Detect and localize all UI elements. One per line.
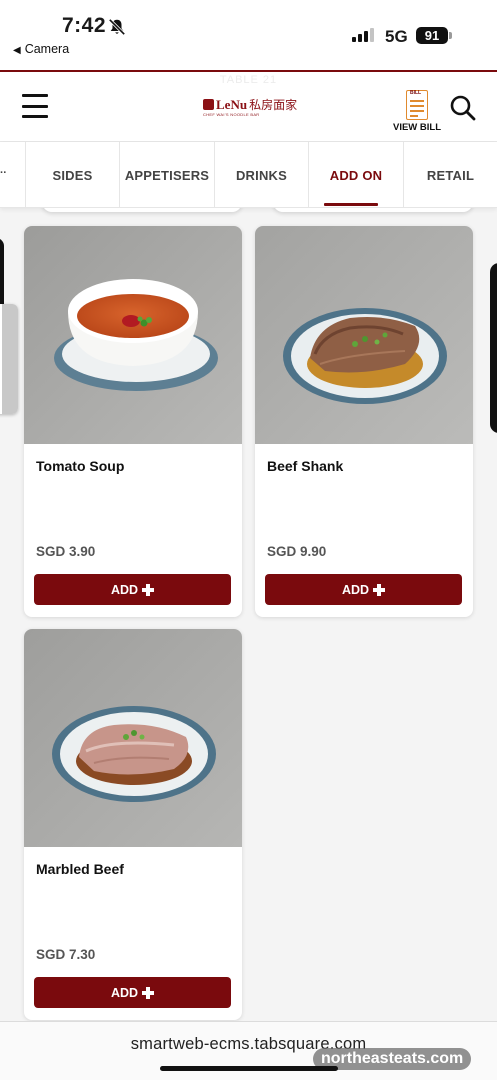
menu-item-card[interactable]: Marbled Beef SGD 7.30 ADD xyxy=(24,629,242,1020)
status-time: 7:42 xyxy=(62,14,107,37)
add-button[interactable]: ADD xyxy=(265,574,462,605)
logo-subtitle: CHEF WAI'S NOODLE BAR xyxy=(203,112,260,117)
network-type: 5G xyxy=(385,27,408,46)
table-label: TABLE 21 xyxy=(219,74,278,86)
marbled-beef-image xyxy=(24,629,242,847)
logo-chinese-text: 私房面家 xyxy=(249,98,298,112)
add-button-label: ADD xyxy=(110,985,139,1000)
plus-icon xyxy=(142,986,155,999)
menu-item-card[interactable]: Tomato Soup SGD 3.90 ADD xyxy=(24,226,242,617)
menu-icon[interactable] xyxy=(22,94,48,118)
tab-drinks[interactable]: DRINKS xyxy=(215,142,309,208)
back-to-app-link[interactable]: ◀ Camera xyxy=(13,42,69,56)
background-edge xyxy=(490,263,497,433)
browser-bottom-bar: smartweb-ecms.tabsquare.com northeasteat… xyxy=(0,1021,497,1080)
bill-icon-tag: BILL xyxy=(410,90,422,96)
add-button-label: ADD xyxy=(341,582,370,597)
view-bill-label: VIEW BILL xyxy=(392,122,442,133)
signal-icon xyxy=(352,28,374,42)
back-arrow-icon: ◀ xyxy=(13,45,21,56)
battery-icon: 91 xyxy=(416,27,448,44)
menu-item-price: SGD 9.90 xyxy=(267,544,327,559)
bill-icon: BILL xyxy=(406,90,428,120)
category-tabs: .. SIDES APPETISERS DRINKS ADD ON RETAIL xyxy=(0,142,497,208)
add-button-label: ADD xyxy=(110,582,139,597)
plus-icon xyxy=(373,583,386,596)
tab-label: ADD ON xyxy=(329,167,383,183)
search-icon[interactable] xyxy=(449,94,477,122)
tab-sides[interactable]: SIDES xyxy=(26,142,120,208)
menu-item-name: Marbled Beef xyxy=(36,861,124,877)
home-indicator[interactable] xyxy=(160,1066,338,1071)
active-tab-indicator xyxy=(324,203,378,206)
logo-text: LeNu xyxy=(216,96,248,112)
app-header: TABLE 21 LeNu 私房面家 CHEF WAI'S NOODLE BAR… xyxy=(0,70,497,142)
beef-shank-image xyxy=(255,226,473,444)
menu-item-name: Beef Shank xyxy=(267,458,344,474)
tab-retail[interactable]: RETAIL xyxy=(404,142,497,208)
tab-label: APPETISERS xyxy=(124,167,210,183)
tab-appetisers[interactable]: APPETISERS xyxy=(120,142,215,208)
tab-label: RETAIL xyxy=(426,167,475,183)
back-app-label: Camera xyxy=(24,42,70,56)
menu-item-price: SGD 3.90 xyxy=(36,544,96,559)
bell-slash-icon xyxy=(108,18,126,36)
tab-label: SIDES xyxy=(52,167,93,183)
side-panel-handle[interactable] xyxy=(0,304,18,414)
tab-label: DRINKS xyxy=(235,167,288,183)
battery-tip xyxy=(449,32,452,39)
menu-item-price: SGD 7.30 xyxy=(36,947,96,962)
previous-card-edge xyxy=(42,208,242,212)
tab-overflow-label: .. xyxy=(0,164,7,176)
menu-item-card[interactable]: Beef Shank SGD 9.90 ADD xyxy=(255,226,473,617)
tab-add-on[interactable]: ADD ON xyxy=(309,142,404,208)
add-button[interactable]: ADD xyxy=(34,977,231,1008)
add-button[interactable]: ADD xyxy=(34,574,231,605)
previous-card-edge xyxy=(273,208,473,212)
brand-logo: LeNu 私房面家 CHEF WAI'S NOODLE BAR xyxy=(203,96,298,117)
status-bar: 7:42 ◀ Camera 5G 91 xyxy=(0,0,497,70)
view-bill-button[interactable]: BILL VIEW BILL xyxy=(392,90,442,133)
menu-items-grid: Tomato Soup SGD 3.90 ADD Beef Shank SGD … xyxy=(0,208,497,1022)
logo-mark xyxy=(203,99,214,110)
menu-item-name: Tomato Soup xyxy=(36,458,125,474)
tab-overflow-left[interactable]: .. xyxy=(0,142,26,208)
plus-icon xyxy=(142,583,155,596)
tomato-soup-image xyxy=(24,226,242,444)
